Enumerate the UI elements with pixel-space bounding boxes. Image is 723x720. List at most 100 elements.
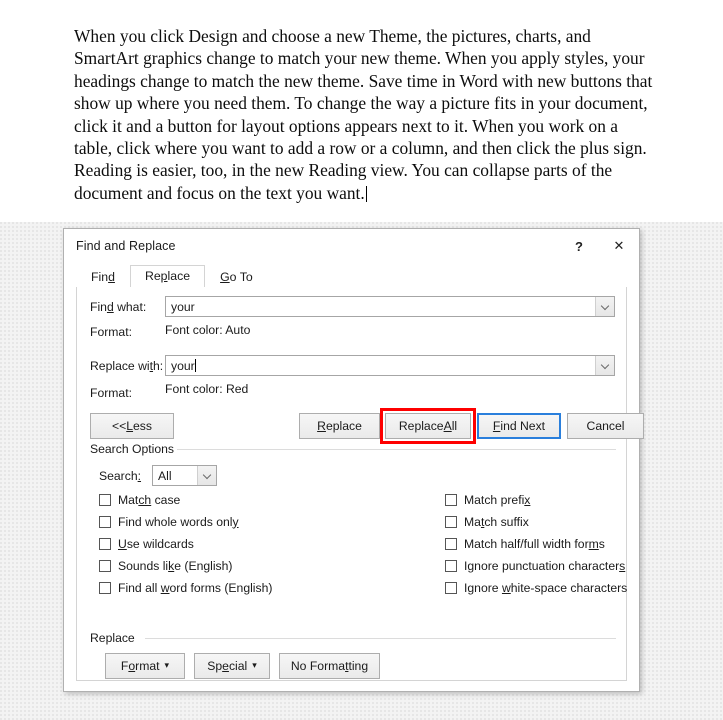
cbr2-pre: Match half/full width for <box>464 536 589 551</box>
special-button-pre: Sp <box>207 659 223 673</box>
close-icon[interactable]: ✕ <box>599 231 639 261</box>
replace-with-input[interactable]: your <box>166 358 595 373</box>
find-what-input[interactable]: your <box>166 300 595 314</box>
cbr4-post: hite-space characters <box>510 580 628 595</box>
checkbox-box-match-prefix[interactable] <box>445 493 457 506</box>
cb2-post: se wildcards <box>126 536 194 551</box>
checkbox-box-find-all-word-forms[interactable] <box>99 581 111 594</box>
search-scope-value: All <box>158 468 172 483</box>
checkbox-label-match-prefix: Match prefix <box>464 493 530 507</box>
replace-with-chevron-down-icon[interactable] <box>595 356 614 375</box>
cbr0-pre: Match prefi <box>464 492 525 507</box>
find-what-label-accel: d <box>106 300 114 314</box>
tab-find-accel: d <box>108 270 115 284</box>
cb4-pre: Find all <box>118 580 161 595</box>
special-button-accel: e <box>222 659 229 673</box>
no-formatting-button[interactable]: No Forma t ting <box>279 653 380 679</box>
format-button-caret-down-icon: ▾ <box>164 659 170 670</box>
search-scope-chevron-down-icon[interactable] <box>197 466 216 485</box>
tab-go-to-label-post: o To <box>229 270 253 284</box>
cbr3-accel: s <box>619 558 626 573</box>
help-icon[interactable]: ? <box>559 231 599 261</box>
checkbox-box-sounds-like[interactable] <box>99 559 111 572</box>
checkbox-ignore-white-space-characters[interactable]: Ignore white-space characters <box>445 579 627 596</box>
special-button[interactable]: Sp e cial ▾ <box>194 653 270 679</box>
checkbox-box-match-half-full-width-forms[interactable] <box>445 537 457 550</box>
replace-group-divider <box>145 638 616 639</box>
checkbox-box-find-whole-words-only[interactable] <box>99 515 111 528</box>
find-next-button[interactable]: Find Next <box>477 413 561 439</box>
cb4-post: ord forms (English) <box>169 580 273 595</box>
checkbox-label-ignore-white-space-characters: Ignore white-space characters <box>464 581 627 595</box>
find-next-button-post: ind Next <box>500 419 546 433</box>
checkbox-box-use-wildcards[interactable] <box>99 537 111 550</box>
checkbox-label-match-case: Match case <box>118 493 180 507</box>
cb3-post: e (English) <box>174 558 233 573</box>
find-what-chevron-down-icon[interactable] <box>595 297 614 316</box>
checkbox-match-half-full-width-forms[interactable]: Match half/full width forms <box>445 535 605 552</box>
replace-with-label-post: h: <box>153 359 164 373</box>
checkbox-match-case[interactable]: Match case <box>99 491 180 508</box>
tab-replace[interactable]: Replace <box>129 265 206 288</box>
search-scope-label-pre: Search <box>99 469 138 483</box>
tab-find-label: Fin <box>91 270 109 284</box>
checkbox-box-ignore-white-space-characters[interactable] <box>445 581 457 594</box>
dialog-title-bar: Find and Replace ? ✕ <box>64 229 639 263</box>
tab-replace-accel: p <box>160 269 168 283</box>
replace-with-label: Replace with: <box>90 359 163 373</box>
checkbox-find-all-word-forms[interactable]: Find all word forms (English) <box>99 579 272 596</box>
checkbox-sounds-like[interactable]: Sounds like (English) <box>99 557 233 574</box>
find-and-replace-dialog: Find and Replace ? ✕ Find Replace Go To … <box>63 228 644 692</box>
cb1-accel: y <box>232 514 239 529</box>
checkbox-match-prefix[interactable]: Match prefix <box>445 491 530 508</box>
checkbox-label-sounds-like: Sounds like (English) <box>118 559 233 573</box>
checkbox-ignore-punctuation-characters[interactable]: Ignore punctuation characters <box>445 557 625 574</box>
checkbox-label-match-suffix: Match suffix <box>464 515 529 529</box>
tab-go-to[interactable]: Go To <box>205 266 268 288</box>
find-what-label: Find what: <box>90 300 146 314</box>
cb0-pre: Mat <box>118 492 139 507</box>
replace-button[interactable]: Replace <box>299 413 380 439</box>
find-what-label-post: what: <box>113 300 147 314</box>
checkbox-label-match-half-full-width-forms: Match half/full width forms <box>464 537 605 551</box>
replace-with-label-pre: Replace wi <box>90 359 150 373</box>
cb1-pre: Find whole words onl <box>118 514 233 529</box>
text-cursor <box>365 185 367 202</box>
format-button-post: rmat <box>135 659 160 673</box>
no-formatting-button-pre: No Forma <box>290 659 346 673</box>
special-button-post: cial <box>228 659 248 673</box>
cb0-post: case <box>151 492 181 507</box>
checkbox-box-ignore-punctuation-characters[interactable] <box>445 559 457 572</box>
replace-with-combobox[interactable]: your <box>165 355 615 376</box>
replace-button-post: eplace <box>325 419 362 433</box>
search-scope-combobox[interactable]: All <box>152 465 217 486</box>
checkbox-find-whole-words-only[interactable]: Find whole words only <box>99 513 239 530</box>
tab-go-to-accel: G <box>220 270 230 284</box>
less-button[interactable]: << Less <box>90 413 174 439</box>
special-button-caret-down-icon: ▾ <box>252 659 257 670</box>
less-button-pre: << <box>112 419 127 433</box>
find-what-combobox[interactable]: your <box>165 296 615 317</box>
cancel-button[interactable]: Cancel <box>567 413 644 439</box>
document-page: When you click Design and choose a new T… <box>0 0 723 225</box>
checkbox-match-suffix[interactable]: Match suffix <box>445 513 529 530</box>
checkbox-use-wildcards[interactable]: Use wildcards <box>99 535 194 552</box>
tab-find[interactable]: Find <box>76 266 130 288</box>
find-what-label-pre: Fin <box>90 300 107 314</box>
cbr1-pre: Ma <box>464 514 481 529</box>
format-button[interactable]: Fo rmat ▾ <box>105 653 185 679</box>
checkbox-box-match-suffix[interactable] <box>445 515 457 528</box>
format-button-pre: F <box>120 659 129 673</box>
replace-all-button-post: ll <box>451 419 458 433</box>
dialog-body: Find what: your Format: Font color: Auto… <box>76 287 644 681</box>
no-formatting-button-post: ting <box>348 659 369 673</box>
less-button-post: ess <box>133 419 152 433</box>
replace-format-value: Font color: Red <box>165 382 249 396</box>
replace-all-button[interactable]: Replace All <box>385 413 471 439</box>
dialog-tabstrip: Find Replace Go To <box>64 263 639 288</box>
checkbox-box-match-case[interactable] <box>99 493 111 506</box>
cb4-accel: w <box>160 580 170 595</box>
input-caret <box>194 358 196 372</box>
document-paragraph-text: When you click Design and choose a new T… <box>74 26 653 203</box>
replace-format-label: Format: <box>90 386 132 400</box>
